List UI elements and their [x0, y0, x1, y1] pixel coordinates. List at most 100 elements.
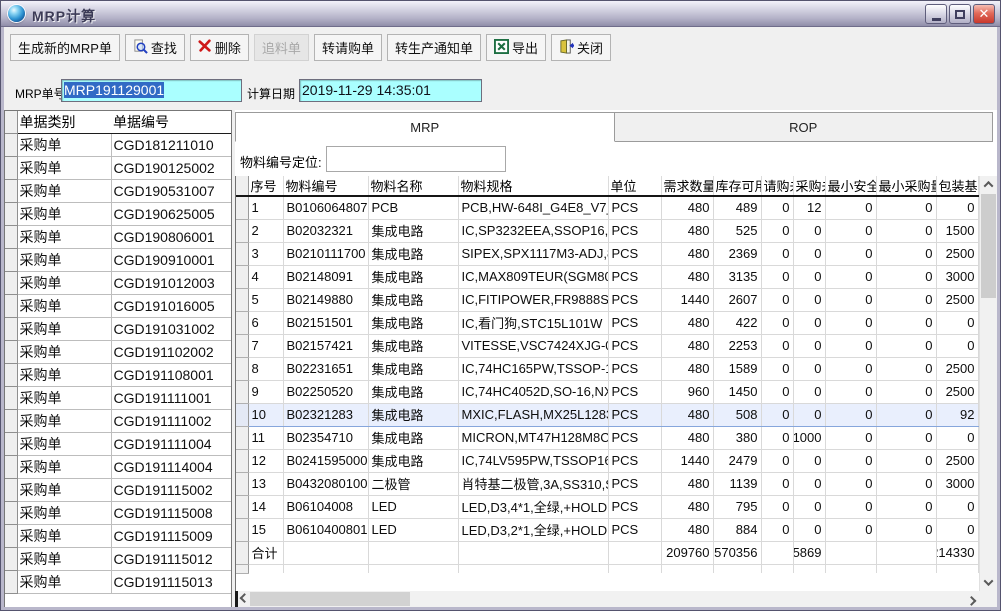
material-no-cell[interactable]: B0241595000 [283, 449, 368, 472]
stock-available-cell[interactable]: 525 [713, 219, 761, 242]
min-safety-cell[interactable]: 0 [825, 357, 876, 380]
requisitioned-cell[interactable]: 0 [761, 265, 793, 288]
mrp-no-input[interactable]: MRP191129001 [61, 79, 242, 102]
stock-available-cell[interactable]: 884 [713, 518, 761, 541]
doc-type-cell[interactable]: 采购单 [17, 432, 111, 455]
unit-cell[interactable]: PCS [608, 219, 661, 242]
doc-type-cell[interactable]: 采购单 [17, 271, 111, 294]
min-purchase-cell[interactable]: 0 [876, 196, 936, 219]
material-no-cell[interactable]: B02250520 [283, 380, 368, 403]
document-list-row[interactable]: 采购单 CGD190625005 [5, 202, 232, 225]
material-name-cell[interactable]: 集成电路 [368, 449, 458, 472]
unit-cell[interactable]: PCS [608, 403, 661, 426]
row-selector[interactable] [236, 265, 248, 288]
document-list-row[interactable]: 采购单 CGD191115002 [5, 478, 232, 501]
seq-cell[interactable]: 5 [248, 288, 283, 311]
material-no-cell[interactable]: B06104008 [283, 495, 368, 518]
maximize-button[interactable] [949, 4, 971, 24]
unit-cell[interactable]: PCS [608, 449, 661, 472]
unit-cell[interactable]: PCS [608, 334, 661, 357]
material-no-cell[interactable]: B0210111700 [283, 242, 368, 265]
unit-cell[interactable]: PCS [608, 288, 661, 311]
row-selector[interactable] [236, 380, 248, 403]
pack-base-cell[interactable]: 2500 [936, 380, 978, 403]
purchased-cell[interactable]: 0 [793, 265, 825, 288]
row-selector[interactable] [236, 196, 248, 219]
stock-available-cell[interactable]: 489 [713, 196, 761, 219]
materials-row[interactable]: 6 B02151501 集成电路 IC,看门狗,STC15L101W PCS 4… [236, 311, 978, 334]
requisitioned-cell[interactable]: 0 [761, 426, 793, 449]
stock-available-cell[interactable]: 3135 [713, 265, 761, 288]
min-safety-cell[interactable]: 0 [825, 196, 876, 219]
demand-qty-cell[interactable]: 960 [661, 380, 713, 403]
seq-cell[interactable]: 13 [248, 472, 283, 495]
unit-cell[interactable]: PCS [608, 472, 661, 495]
pack-base-cell[interactable]: 3000 [936, 265, 978, 288]
row-selector[interactable] [5, 455, 17, 478]
doc-no-cell[interactable]: CGD191115012 [111, 547, 232, 570]
requisitioned-cell[interactable]: 0 [761, 357, 793, 380]
material-no-cell[interactable]: B0432080100 [283, 472, 368, 495]
demand-qty-cell[interactable]: 480 [661, 219, 713, 242]
export-button[interactable]: 导出 [486, 34, 546, 61]
purchased-cell[interactable]: 0 [793, 518, 825, 541]
material-spec-cell[interactable]: PCB,HW-648I_G4E8_V7_2 [458, 196, 608, 219]
tab-rop[interactable]: ROP [615, 112, 994, 142]
purchased-cell[interactable]: 0 [793, 449, 825, 472]
min-safety-cell[interactable]: 0 [825, 472, 876, 495]
unit-cell[interactable]: PCS [608, 495, 661, 518]
doc-type-cell[interactable]: 采购单 [17, 133, 111, 156]
pack-base-cell[interactable]: 0 [936, 196, 978, 219]
min-purchase-cell[interactable]: 0 [876, 518, 936, 541]
stock-available-cell[interactable]: 422 [713, 311, 761, 334]
seq-cell[interactable]: 7 [248, 334, 283, 357]
row-selector[interactable] [236, 518, 248, 541]
materials-row[interactable]: 3 B0210111700 集成电路 SIPEX,SPX1117M3-ADJ,8… [236, 242, 978, 265]
min-safety-cell[interactable]: 0 [825, 288, 876, 311]
requisitioned-cell[interactable]: 0 [761, 449, 793, 472]
purchased-cell[interactable]: 0 [793, 403, 825, 426]
row-selector[interactable] [236, 403, 248, 426]
doc-type-cell[interactable]: 采购单 [17, 363, 111, 386]
material-spec-cell[interactable]: MXIC,FLASH,MX25L12835F [458, 403, 608, 426]
row-selector[interactable] [5, 179, 17, 202]
requisitioned-cell[interactable]: 0 [761, 495, 793, 518]
doc-type-cell[interactable]: 采购单 [17, 386, 111, 409]
material-spec-cell[interactable]: IC,74LV595PW,TSSOP16/7 [458, 449, 608, 472]
stock-available-cell[interactable]: 2479 [713, 449, 761, 472]
demand-qty-cell[interactable]: 480 [661, 426, 713, 449]
stock-available-cell[interactable]: 795 [713, 495, 761, 518]
row-selector[interactable] [236, 426, 248, 449]
requisitioned-cell[interactable]: 0 [761, 334, 793, 357]
doc-no-cell[interactable]: CGD191102002 [111, 340, 232, 363]
pack-base-cell[interactable]: 92 [936, 403, 978, 426]
purchased-cell[interactable]: 0 [793, 242, 825, 265]
material-name-cell[interactable]: LED [368, 495, 458, 518]
close-button[interactable]: ✕ [973, 4, 995, 24]
doc-no-cell[interactable]: CGD191031002 [111, 317, 232, 340]
pack-base-cell[interactable]: 2500 [936, 357, 978, 380]
purchased-cell[interactable]: 0 [793, 380, 825, 403]
document-list-row[interactable]: 采购单 CGD191111001 [5, 386, 232, 409]
doc-type-cell[interactable]: 采购单 [17, 409, 111, 432]
v-scroll-thumb[interactable] [981, 194, 996, 298]
unit-cell[interactable]: PCS [608, 518, 661, 541]
row-selector[interactable] [5, 363, 17, 386]
pack-base-cell[interactable]: 3000 [936, 472, 978, 495]
demand-qty-cell[interactable]: 480 [661, 403, 713, 426]
document-list-row[interactable]: 采购单 CGD191115008 [5, 501, 232, 524]
requisitioned-cell[interactable]: 0 [761, 311, 793, 334]
doc-type-cell[interactable]: 采购单 [17, 202, 111, 225]
delete-button[interactable]: 删除 [190, 34, 249, 61]
requisitioned-cell[interactable]: 0 [761, 242, 793, 265]
pack-base-cell[interactable]: 1500 [936, 219, 978, 242]
row-selector[interactable] [5, 133, 17, 156]
demand-qty-cell[interactable]: 480 [661, 265, 713, 288]
purchased-cell[interactable]: 1000 [793, 426, 825, 449]
row-selector[interactable] [236, 472, 248, 495]
requisitioned-cell[interactable]: 0 [761, 288, 793, 311]
doc-no-cell[interactable]: CGD190625005 [111, 202, 232, 225]
material-no-cell[interactable]: B02321283 [283, 403, 368, 426]
doc-no-cell[interactable]: CGD191111001 [111, 386, 232, 409]
min-safety-cell[interactable]: 0 [825, 380, 876, 403]
